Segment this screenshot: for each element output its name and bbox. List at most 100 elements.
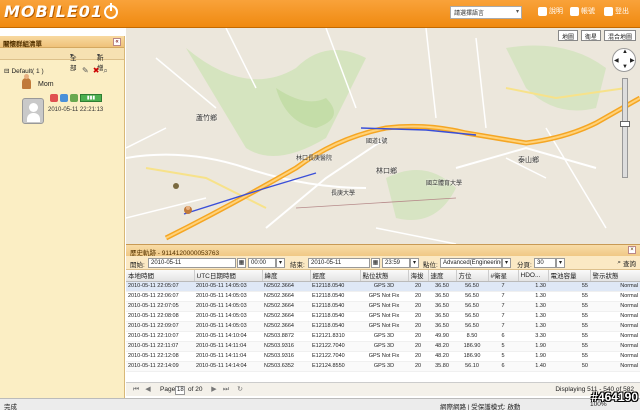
table-row[interactable]: 2010-05-11 22:05:07 2010-05-11 14:05:03 N2…	[126, 281, 640, 292]
pan-right-icon[interactable]: ▶	[630, 57, 635, 64]
signal-icon	[70, 94, 78, 102]
column-header[interactable]: #衛星	[488, 270, 519, 282]
table-cell: N2503.8872	[262, 331, 310, 342]
tree-collapse-icon[interactable]: ⊟	[4, 67, 9, 75]
table-cell: GPS Not Fix	[360, 321, 408, 332]
column-header[interactable]: 點位狀態	[360, 270, 409, 282]
zoom-slider[interactable]	[620, 78, 630, 178]
device-avatar[interactable]	[22, 98, 44, 124]
power-icon	[104, 3, 119, 19]
pan-left-icon[interactable]: ◀	[614, 57, 619, 64]
table-cell: 2010-05-11 22:14:09	[126, 361, 194, 372]
map-label-poi2: 長庚大學	[331, 191, 356, 197]
delete-icon[interactable]: ✖	[93, 66, 100, 76]
table-row[interactable]: 2010-05-11 22:09:07 2010-05-11 14:05:03 N2…	[126, 321, 640, 332]
table-cell: 7	[488, 301, 518, 312]
app-header: MOBILE01 請選擇語言 說明 帳號 登出	[0, 0, 640, 28]
table-cell: N2502.3664	[262, 281, 310, 292]
logout-link[interactable]: 登出	[604, 6, 629, 16]
collapse-icon[interactable]: «	[113, 38, 121, 46]
logo: MOBILE01	[4, 2, 119, 21]
map-type-map[interactable]: 地圖	[557, 30, 578, 41]
table-cell: 50	[548, 361, 590, 372]
calendar-icon[interactable]: ▦	[371, 258, 380, 268]
table-cell: 55	[548, 311, 590, 322]
column-header[interactable]: 緯度	[262, 270, 311, 282]
page-number-input[interactable]: 18	[175, 386, 185, 395]
map-view[interactable]: 蘆竹鄉 林口鄉 泰山鄉 國道1號 國立體育大學 長庚大學 林口長庚醫院 地圖 衛…	[126, 28, 640, 244]
table-row[interactable]: 2010-05-11 22:12:08 2010-05-11 14:11:04 N2…	[126, 351, 640, 362]
help-link[interactable]: 說明	[538, 6, 563, 16]
history-filter-bar: 開始: 2010-05-11 ▦ 00:00 ▾ 結束: 2010-05-11 …	[126, 256, 640, 270]
column-header[interactable]: 經度	[310, 270, 361, 282]
end-time-input[interactable]: 23:59	[382, 258, 410, 268]
table-cell: 3.30	[518, 331, 548, 342]
column-header[interactable]: 海拔	[408, 270, 429, 282]
table-cell: 2010-05-11 14:11:04	[194, 341, 262, 352]
zoom-slider-handle[interactable]	[620, 121, 630, 128]
edit-icon[interactable]: ✎	[82, 66, 89, 76]
next-page-icon[interactable]: ▶	[210, 386, 218, 394]
table-row[interactable]: 2010-05-11 22:11:07 2010-05-11 14:11:04 N2…	[126, 341, 640, 352]
column-header[interactable]: 方位	[456, 270, 489, 282]
chevron-down-icon[interactable]: ▾	[410, 258, 419, 268]
refresh-icon[interactable]: ↻	[236, 386, 244, 394]
close-icon[interactable]: ×	[628, 246, 636, 254]
table-cell: Normal	[590, 331, 640, 342]
page-size-input[interactable]: 30	[534, 258, 556, 268]
table-cell: 55	[548, 291, 590, 302]
table-cell: 7	[488, 311, 518, 322]
pan-control[interactable]: ▲ ▼ ◀ ▶	[612, 48, 636, 72]
table-cell: 55	[548, 301, 590, 312]
start-date-input[interactable]: 2010-05-11	[148, 258, 236, 268]
map-type-hybrid[interactable]: 混合地圖	[603, 30, 636, 41]
group-toolbar: 全部 ▾ 新增 ▾	[0, 48, 124, 72]
column-header[interactable]: 速度	[428, 270, 457, 282]
query-button[interactable]: ⌕ 查詢	[617, 258, 636, 268]
logout-icon	[604, 6, 613, 16]
map-type-buttons: 地圖 衛星 混合地圖	[557, 30, 636, 41]
calendar-icon[interactable]: ▦	[237, 258, 246, 268]
first-page-icon[interactable]: ⏮	[132, 386, 140, 394]
table-cell: 186.90	[456, 351, 488, 362]
table-cell: 1.30	[518, 291, 548, 302]
column-header[interactable]: UTC日期時間	[194, 270, 263, 282]
search-icon[interactable]: ⌕	[103, 66, 107, 76]
column-header[interactable]: HDO...	[518, 270, 549, 282]
table-cell: 55	[548, 321, 590, 332]
pan-down-icon[interactable]: ▼	[622, 64, 628, 70]
member-name[interactable]: Mom	[38, 81, 54, 88]
member-icon[interactable]	[22, 74, 31, 89]
column-header[interactable]: 警示狀態	[590, 270, 640, 282]
table-row[interactable]: 2010-05-11 22:08:08 2010-05-11 14:05:03 N2…	[126, 311, 640, 322]
table-cell: Normal	[590, 301, 640, 312]
chevron-down-icon[interactable]: ▾	[556, 258, 565, 268]
chevron-down-icon[interactable]: ▾	[502, 258, 511, 268]
table-row[interactable]: 2010-05-11 22:06:07 2010-05-11 14:05:03 N2…	[126, 291, 640, 302]
page-size-label: 分頁:	[517, 262, 532, 269]
map-type-satellite[interactable]: 衛星	[580, 30, 601, 41]
language-select[interactable]: 請選擇語言	[450, 6, 522, 19]
table-row[interactable]: 2010-05-11 22:07:05 2010-05-11 14:05:03 N2…	[126, 301, 640, 312]
pan-up-icon[interactable]: ▲	[622, 49, 628, 55]
last-page-icon[interactable]: ⏭	[222, 386, 230, 394]
table-cell: Normal	[590, 291, 640, 302]
account-link[interactable]: 帳號	[570, 6, 595, 16]
table-cell: 2010-05-11 22:08:08	[126, 311, 194, 322]
prev-page-icon[interactable]: ◀	[144, 386, 152, 394]
mode-select[interactable]: Advanced(Engineering mode)	[440, 258, 502, 268]
chevron-down-icon[interactable]: ▾	[276, 258, 285, 268]
table-cell: Normal	[590, 341, 640, 352]
table-row[interactable]: 2010-05-11 22:14:09 2010-05-11 14:14:04 N2…	[126, 361, 640, 372]
end-date-input[interactable]: 2010-05-11	[308, 258, 370, 268]
table-cell: 1.30	[518, 301, 548, 312]
start-time-input[interactable]: 00:00	[248, 258, 276, 268]
table-cell: 2010-05-11 14:05:03	[194, 311, 262, 322]
table-cell: 2010-05-11 22:12:08	[126, 351, 194, 362]
column-header[interactable]: 本地時間	[126, 270, 195, 282]
table-row[interactable]: 2010-05-11 22:10:07 2010-05-11 14:10:04 N2…	[126, 331, 640, 342]
gps-icon	[60, 94, 68, 102]
table-cell: 36.50	[428, 281, 456, 292]
column-header[interactable]: 電池容量	[548, 270, 591, 282]
map-label-town2: 林口鄉	[376, 168, 397, 175]
